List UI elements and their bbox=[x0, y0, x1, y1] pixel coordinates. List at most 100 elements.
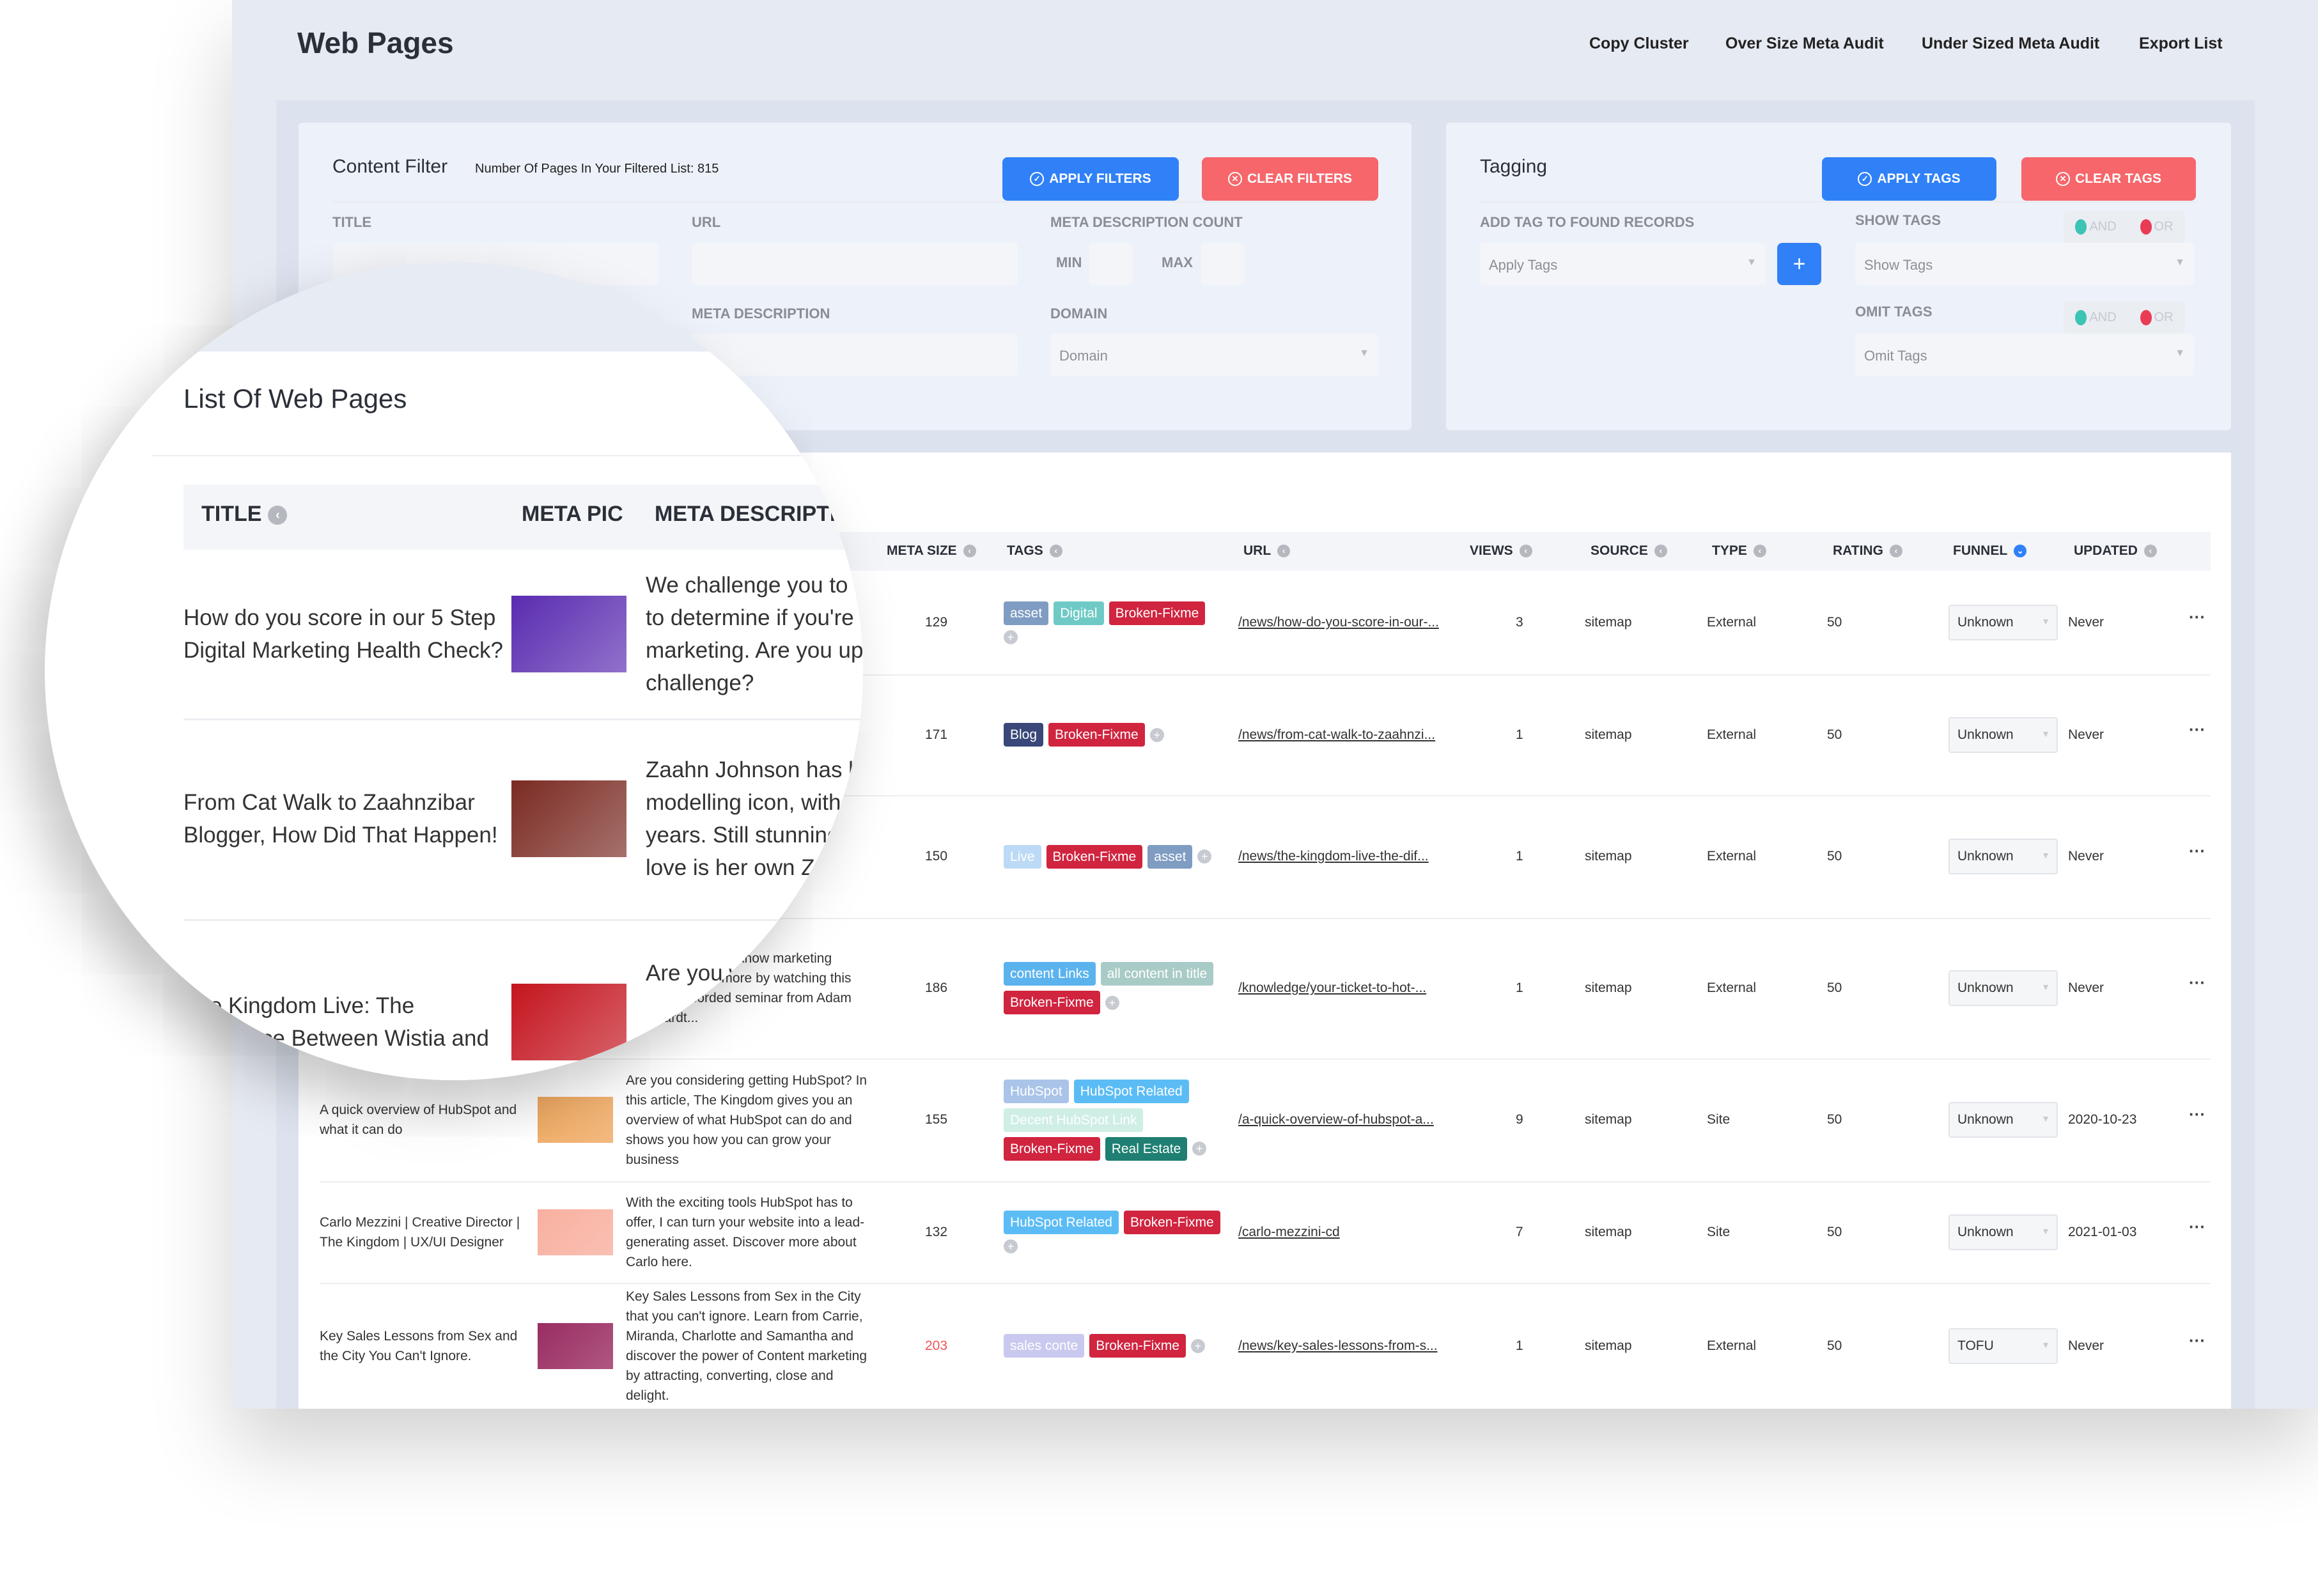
funnel-select[interactable]: Unknown ▼ bbox=[1949, 1102, 2058, 1138]
sort-icon[interactable]: ‹ bbox=[268, 506, 288, 525]
min-input[interactable] bbox=[1089, 243, 1133, 285]
show-tags-select[interactable]: Show Tags ▼ bbox=[1855, 243, 2194, 285]
tag[interactable]: Broken-Fixme bbox=[1108, 601, 1206, 625]
clear-filters-button[interactable]: ✕ CLEAR FILTERS bbox=[1202, 157, 1378, 201]
row-title[interactable]: Key Sales Lessons from Sex and the City … bbox=[320, 1326, 531, 1366]
row-url-link[interactable]: /news/how-do-you-score-in-our-... bbox=[1238, 615, 1439, 630]
apply-filters-button[interactable]: ✓ APPLY FILTERS bbox=[1002, 157, 1179, 201]
funnel-select[interactable]: Unknown ▼ bbox=[1949, 970, 2058, 1006]
column-views[interactable]: VIEWS ‹ bbox=[1470, 543, 1532, 559]
chevron-down-icon: ▼ bbox=[2041, 850, 2050, 860]
or-option[interactable]: OR bbox=[2140, 219, 2174, 235]
tag[interactable]: HubSpot Related bbox=[1073, 1079, 1189, 1103]
add-tag-plus-icon[interactable]: + bbox=[1149, 727, 1164, 742]
tag[interactable]: asset bbox=[1004, 601, 1049, 625]
sort-icon[interactable]: ‹ bbox=[1519, 545, 1532, 558]
add-tag-button[interactable]: + bbox=[1777, 243, 1821, 285]
row-more-menu-icon[interactable]: ··· bbox=[2189, 607, 2205, 627]
sort-icon[interactable]: ‹ bbox=[1049, 545, 1062, 558]
tag[interactable]: Broken-Fixme bbox=[1123, 1211, 1220, 1234]
row-url-link[interactable]: /knowledge/your-ticket-to-hot-... bbox=[1238, 980, 1426, 996]
tag[interactable]: Blog bbox=[1004, 723, 1044, 747]
row-more-menu-icon[interactable]: ··· bbox=[2189, 973, 2205, 993]
tag[interactable]: Broken-Fixme bbox=[1004, 991, 1100, 1014]
max-input[interactable] bbox=[1201, 243, 1245, 285]
sort-icon[interactable]: ‹ bbox=[1277, 545, 1291, 558]
domain-select[interactable]: Domain ▼ bbox=[1050, 334, 1378, 376]
sort-icon[interactable]: ‹ bbox=[1753, 545, 1766, 558]
tag[interactable]: sales conte bbox=[1004, 1334, 1085, 1358]
tag[interactable]: Live bbox=[1004, 844, 1041, 869]
show-tags-and-or-toggle[interactable]: AND OR bbox=[2064, 211, 2185, 243]
row-more-menu-icon[interactable]: ··· bbox=[2189, 1217, 2205, 1237]
row-rating: 50 bbox=[1827, 849, 1842, 864]
tag[interactable]: HubSpot bbox=[1004, 1079, 1069, 1103]
row-url-link[interactable]: /news/key-sales-lessons-from-s... bbox=[1238, 1338, 1438, 1354]
sort-icon[interactable]: ‹ bbox=[963, 545, 976, 558]
column-updated[interactable]: UPDATED ‹ bbox=[2074, 543, 2157, 559]
funnel-select[interactable]: Unknown ▼ bbox=[1949, 605, 2058, 640]
add-tag-plus-icon[interactable]: + bbox=[1192, 1142, 1207, 1156]
tag[interactable]: Broken-Fixme bbox=[1004, 1136, 1100, 1161]
row-title[interactable]: Carlo Mezzini | Creative Director | The … bbox=[320, 1212, 531, 1252]
row-more-menu-icon[interactable]: ··· bbox=[2189, 720, 2205, 740]
copy-cluster-link[interactable]: Copy Cluster bbox=[1589, 35, 1689, 53]
sort-icon[interactable]: ‹ bbox=[1654, 545, 1667, 558]
row-more-menu-icon[interactable]: ··· bbox=[2189, 1331, 2205, 1351]
and-option[interactable]: AND bbox=[2075, 219, 2117, 235]
row-url-link[interactable]: /news/from-cat-walk-to-zaahnzi... bbox=[1238, 727, 1435, 743]
or-option[interactable]: OR bbox=[2140, 310, 2174, 325]
column-tags[interactable]: TAGS ‹ bbox=[1007, 543, 1062, 559]
row-source: sitemap bbox=[1585, 727, 1632, 742]
column-rating[interactable]: RATING ‹ bbox=[1833, 543, 1902, 559]
row-url-link[interactable]: /news/the-kingdom-live-the-dif... bbox=[1238, 849, 1429, 864]
row-more-menu-icon[interactable]: ··· bbox=[2189, 841, 2205, 861]
sort-icon[interactable]: ‹ bbox=[2143, 545, 2157, 558]
tag[interactable]: asset bbox=[1147, 844, 1193, 869]
row-title[interactable]: How do you score in our 5 Step Digital M… bbox=[183, 601, 503, 667]
tag[interactable]: Broken-Fixme bbox=[1089, 1334, 1186, 1358]
clear-tags-button[interactable]: ✕ CLEAR TAGS bbox=[2021, 157, 2196, 201]
under-sized-meta-audit-link[interactable]: Under Sized Meta Audit bbox=[1922, 35, 2099, 53]
tag[interactable]: Digital bbox=[1054, 601, 1104, 625]
column-funnel[interactable]: FUNNEL ⌄ bbox=[1953, 543, 2027, 559]
column-title[interactable]: TITLE ‹ bbox=[201, 502, 288, 527]
add-tag-plus-icon[interactable]: + bbox=[1004, 1239, 1018, 1253]
column-meta-size[interactable]: META SIZE ‹ bbox=[887, 543, 976, 559]
column-source[interactable]: SOURCE ‹ bbox=[1591, 543, 1667, 559]
over-size-meta-audit-link[interactable]: Over Size Meta Audit bbox=[1725, 35, 1884, 53]
omit-tags-and-or-toggle[interactable]: AND OR bbox=[2064, 302, 2185, 334]
row-views: 1 bbox=[1516, 1338, 1523, 1353]
funnel-select[interactable]: Unknown ▼ bbox=[1949, 1214, 2058, 1250]
sort-icon[interactable]: ‹ bbox=[1889, 545, 1902, 558]
tag[interactable]: Real Estate bbox=[1105, 1136, 1188, 1161]
apply-tags-select[interactable]: Apply Tags ▼ bbox=[1480, 243, 1766, 285]
export-list-link[interactable]: Export List bbox=[2139, 35, 2223, 53]
add-tag-plus-icon[interactable]: + bbox=[1190, 1338, 1205, 1353]
row-url-link[interactable]: /a-quick-overview-of-hubspot-a... bbox=[1238, 1112, 1434, 1127]
add-tag-plus-icon[interactable]: + bbox=[1004, 630, 1018, 644]
row-meta-size: 132 bbox=[925, 1224, 948, 1239]
add-tag-plus-icon[interactable]: + bbox=[1197, 849, 1212, 864]
tag[interactable]: Decent HubSpot Link bbox=[1004, 1108, 1144, 1132]
column-type[interactable]: TYPE ‹ bbox=[1712, 543, 1766, 559]
row-title[interactable]: A quick overview of HubSpot and what it … bbox=[320, 1100, 531, 1140]
apply-tags-button[interactable]: ✓ APPLY TAGS bbox=[1822, 157, 1996, 201]
row-title[interactable]: The Kingdom Live: The Difference Between… bbox=[183, 989, 503, 1080]
funnel-select[interactable]: Unknown ▼ bbox=[1949, 839, 2058, 874]
tag[interactable]: Broken-Fixme bbox=[1048, 723, 1145, 747]
funnel-select[interactable]: TOFU ▼ bbox=[1949, 1328, 2058, 1364]
row-more-menu-icon[interactable]: ··· bbox=[2189, 1104, 2205, 1124]
row-url-link[interactable]: /carlo-mezzini-cd bbox=[1238, 1225, 1340, 1240]
tag[interactable]: Broken-Fixme bbox=[1046, 844, 1143, 869]
tag[interactable]: all content in title bbox=[1100, 962, 1214, 986]
funnel-select[interactable]: Unknown ▼ bbox=[1949, 717, 2058, 753]
sort-active-icon[interactable]: ⌄ bbox=[2014, 545, 2027, 558]
omit-tags-select[interactable]: Omit Tags ▼ bbox=[1855, 334, 2194, 376]
tag[interactable]: content Links bbox=[1004, 962, 1096, 986]
tag[interactable]: HubSpot Related bbox=[1004, 1211, 1119, 1234]
and-option[interactable]: AND bbox=[2075, 310, 2117, 325]
add-tag-plus-icon[interactable]: + bbox=[1105, 995, 1119, 1010]
column-url[interactable]: URL ‹ bbox=[1243, 543, 1291, 559]
row-title[interactable]: From Cat Walk to Zaahnzibar Blogger, How… bbox=[183, 786, 503, 851]
